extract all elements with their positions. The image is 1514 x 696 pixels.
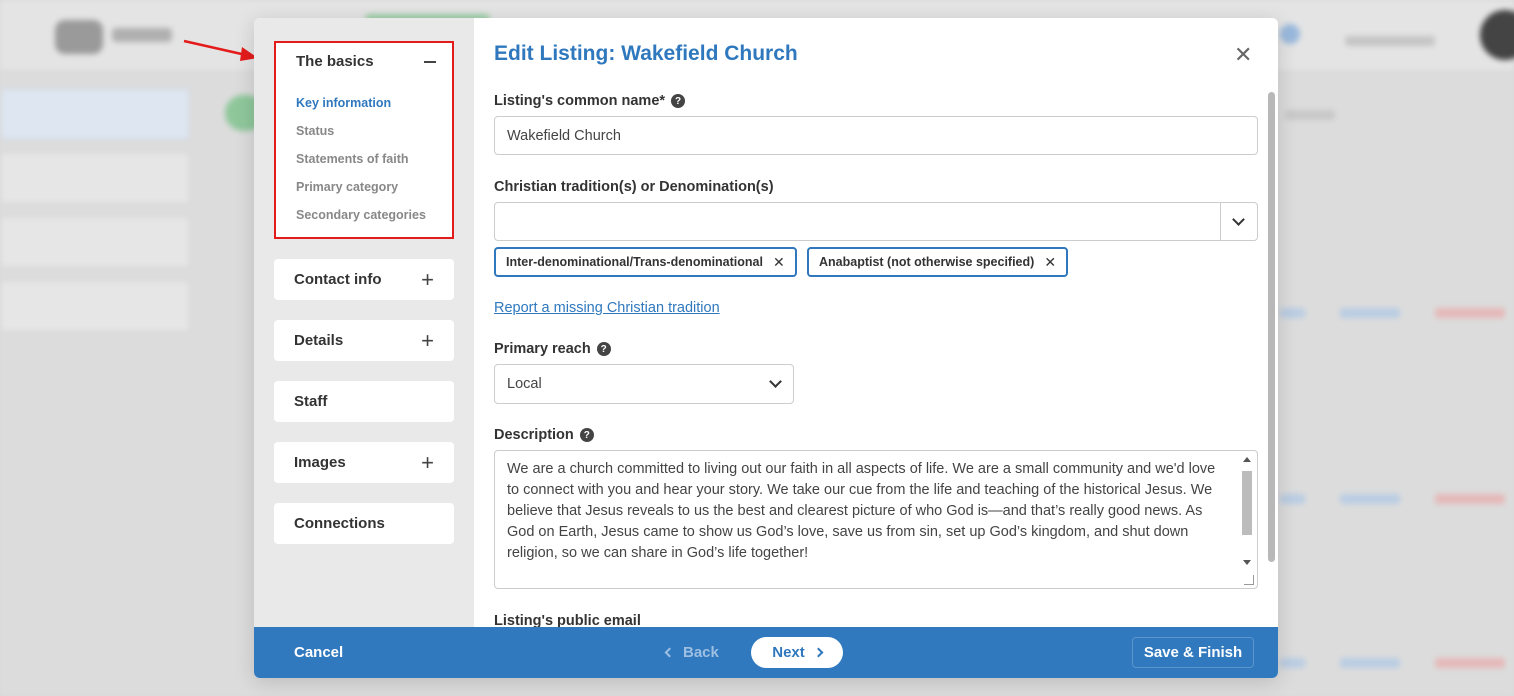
description-text: We are a church committed to living out … [507,461,1216,561]
section-label: Details [294,332,344,349]
modal-footer: Cancel Back Next Save & Finish [254,627,1278,678]
bg-row [1340,658,1400,668]
scroll-thumb[interactable] [1242,471,1252,535]
sidebar-item-statements-of-faith[interactable]: Statements of faith [296,152,409,166]
tag-label: Inter-denominational/Trans-denominationa… [506,255,763,269]
close-icon[interactable]: ✕ [1234,44,1252,66]
expand-icon[interactable]: + [421,329,434,352]
next-button[interactable]: Next [751,637,843,668]
common-name-label-text: Listing's common name* [494,93,666,109]
scroll-down-icon[interactable] [1243,560,1251,565]
bg-sidebar [0,88,190,344]
chevron-down-icon[interactable] [1232,213,1245,226]
description-label: Description ? [494,427,594,443]
annotation-arrow-icon [183,39,258,61]
resize-handle-icon[interactable] [1244,575,1254,585]
description-textarea[interactable]: We are a church committed to living out … [494,450,1258,589]
bg-row [1340,308,1400,318]
sidebar-section-basics: The basics Key information Status Statem… [274,41,454,239]
bg-row [1280,494,1305,504]
section-label: Images [294,454,346,471]
help-icon[interactable]: ? [671,94,686,108]
sidebar-item-status[interactable]: Status [296,124,334,138]
expand-icon[interactable]: + [421,451,434,474]
common-name-label: Listing's common name* ? [494,93,686,109]
sidebar-section-details[interactable]: Details + [274,320,454,361]
bg-row [1435,494,1505,504]
description-label-text: Description [494,427,574,443]
bg-row [1340,494,1400,504]
expand-icon[interactable]: + [421,268,434,291]
modal-content: Edit Listing: Wakefield Church ✕ Listing… [474,18,1278,629]
edit-listing-modal: The basics Key information Status Statem… [254,18,1278,678]
sidebar-section-staff[interactable]: Staff [274,381,454,422]
help-icon[interactable]: ? [596,342,611,356]
bg-header-text [1345,36,1435,46]
remove-tag-icon[interactable]: ✕ [1044,254,1056,271]
remove-tag-icon[interactable]: ✕ [773,254,785,271]
primary-reach-select[interactable]: Local [494,364,794,404]
textarea-scrollbar[interactable] [1241,455,1253,567]
bg-row [1280,308,1305,318]
bg-row [1435,658,1505,668]
tradition-tag: Inter-denominational/Trans-denominationa… [494,247,797,277]
section-label: Contact info [294,271,382,288]
sidebar-section-connections[interactable]: Connections [274,503,454,544]
chevron-right-icon [813,647,824,658]
back-button[interactable]: Back [664,644,719,661]
next-label: Next [772,644,805,661]
section-label: Staff [294,393,328,410]
content-scrollbar[interactable] [1268,92,1275,562]
bg-row [1280,658,1305,668]
report-missing-tradition-link[interactable]: Report a missing Christian tradition [494,300,720,316]
modal-sidebar: The basics Key information Status Statem… [254,18,474,628]
select-divider [1220,203,1221,240]
tradition-label: Christian tradition(s) or Denomination(s… [494,179,774,195]
tradition-select[interactable] [494,202,1258,241]
sidebar-item-secondary-categories[interactable]: Secondary categories [296,208,426,222]
basics-label: The basics [296,53,374,70]
tag-label: Anabaptist (not otherwise specified) [819,255,1035,269]
primary-reach-label-text: Primary reach [494,341,591,357]
bg-notification-dot [1280,24,1300,44]
common-name-input[interactable]: Wakefield Church [494,116,1258,155]
section-label: Connections [294,515,385,532]
sidebar-section-images[interactable]: Images + [274,442,454,483]
sidebar-item-primary-category[interactable]: Primary category [296,180,398,194]
modal-title: Edit Listing: Wakefield Church [494,42,798,65]
bg-row [1435,308,1505,318]
bg-row [1285,110,1335,120]
back-label: Back [683,644,719,661]
bg-logo-text [112,28,172,42]
primary-reach-value: Local [507,376,542,392]
sidebar-item-key-information[interactable]: Key information [296,96,391,110]
save-finish-button[interactable]: Save & Finish [1132,637,1254,668]
collapse-icon[interactable] [424,60,436,63]
primary-reach-label: Primary reach ? [494,341,611,357]
cancel-button[interactable]: Cancel [294,644,343,661]
tradition-tag: Anabaptist (not otherwise specified) ✕ [807,247,1069,277]
chevron-left-icon [664,647,675,658]
bg-logo [55,20,103,54]
chevron-down-icon[interactable] [769,375,782,388]
scroll-up-icon[interactable] [1243,457,1251,462]
basics-header[interactable]: The basics [296,53,436,70]
help-icon[interactable]: ? [579,428,594,442]
sidebar-section-contact-info[interactable]: Contact info + [274,259,454,300]
